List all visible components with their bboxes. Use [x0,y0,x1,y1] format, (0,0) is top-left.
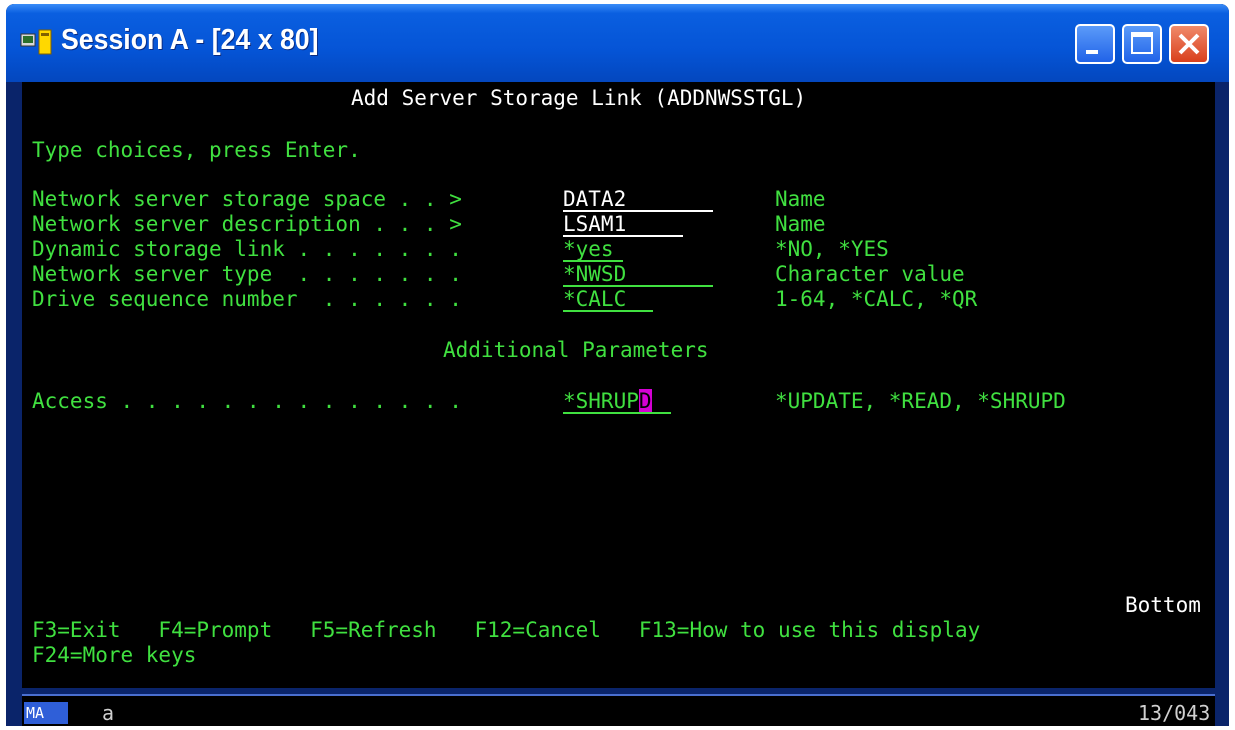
field-underline [563,412,671,414]
minimize-icon [1086,50,1098,54]
storage-space-field[interactable]: DATA2 [563,187,626,211]
minimize-button[interactable] [1075,24,1115,64]
window-title: Session A - [24 x 80] [61,24,319,56]
field-underline [563,310,653,312]
title-bar[interactable]: Session A - [24 x 80] [6,4,1229,82]
drive-sequence-field[interactable]: *CALC [563,287,626,311]
close-icon [1178,33,1200,55]
status-bar: MA a 13/043 [22,694,1215,726]
prompt-label: Network server description . . . > [32,212,462,236]
prompt-hint: Character value [775,262,965,286]
maximize-icon [1131,32,1153,54]
cursor-position: 13/043 [1138,701,1211,725]
prompt-label: Access . . . . . . . . . . . . . . [32,389,462,413]
prompt-hint: Name [775,212,826,236]
additional-parameters-heading: Additional Parameters [443,338,709,362]
function-keys-line-1[interactable]: F3=Exit F4=Prompt F5=Refresh F12=Cancel … [32,618,980,642]
prompt-label: Network server type . . . . . . . [32,262,462,286]
terminal-window: Session A - [24 x 80] Add Server Storage… [6,4,1229,726]
mode-indicator: MA [24,702,68,724]
session-indicator: a [102,701,115,725]
prompt-hint: Name [775,187,826,211]
terminal-screen[interactable]: Add Server Storage Link (ADDNWSSTGL) Typ… [22,82,1215,688]
maximize-button[interactable] [1122,24,1162,64]
text-cursor: D [638,389,652,413]
close-button[interactable] [1169,24,1209,64]
more-indicator: Bottom [1125,593,1201,617]
instruction-text: Type choices, press Enter. [32,138,361,162]
prompt-hint: *NO, *YES [775,237,889,261]
server-description-field[interactable]: LSAM1 [563,212,626,236]
function-keys-line-2[interactable]: F24=More keys [32,643,196,667]
screen-heading: Add Server Storage Link (ADDNWSSTGL) [351,86,807,110]
server-type-field[interactable]: *NWSD [563,262,626,286]
prompt-hint: *UPDATE, *READ, *SHRUPD [775,389,1066,413]
prompt-label: Drive sequence number . . . . . . [32,287,462,311]
prompt-label: Dynamic storage link . . . . . . . [32,237,462,261]
prompt-label: Network server storage space . . > [32,187,462,211]
access-field-value: *SHRUP [563,389,639,413]
terminal-app-icon [20,29,52,55]
prompt-hint: 1-64, *CALC, *QR [775,287,978,311]
access-field[interactable]: *SHRUPD [563,389,652,413]
dynamic-link-field[interactable]: *yes [563,237,614,261]
